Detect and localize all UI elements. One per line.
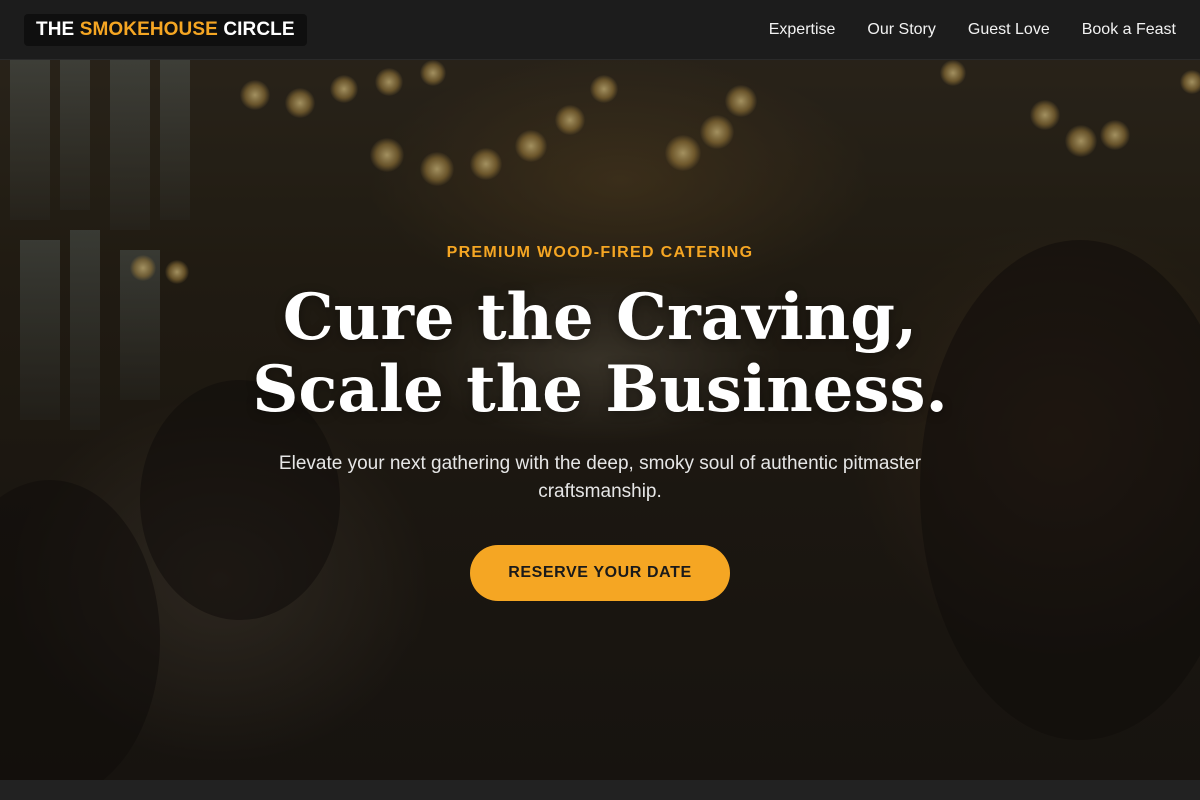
brand-suffix: CIRCLE — [217, 18, 295, 40]
nav-link-guest-love[interactable]: Guest Love — [968, 21, 1050, 39]
nav-link-expertise[interactable]: Expertise — [769, 21, 836, 39]
main-nav: Expertise Our Story Guest Love Book a Fe… — [769, 21, 1176, 39]
brand-logo[interactable]: THE SMOKEHOUSE CIRCLE — [24, 13, 307, 46]
nav-link-our-story[interactable]: Our Story — [867, 21, 935, 39]
reserve-date-button[interactable]: RESERVE YOUR DATE — [470, 545, 730, 601]
hero-section: PREMIUM WOOD-FIRED CATERING Cure the Cra… — [0, 60, 1200, 780]
brand-prefix: THE — [36, 18, 80, 40]
hero-eyebrow: PREMIUM WOOD-FIRED CATERING — [446, 244, 754, 261]
site-header: THE SMOKEHOUSE CIRCLE Expertise Our Stor… — [0, 0, 1200, 60]
hero-content: PREMIUM WOOD-FIRED CATERING Cure the Cra… — [0, 60, 1200, 780]
nav-link-book-a-feast[interactable]: Book a Feast — [1082, 21, 1176, 39]
next-section-edge — [0, 780, 1200, 800]
brand-accent: SMOKEHOUSE — [79, 18, 218, 40]
hero-headline: Cure the Craving, Scale the Business. — [252, 280, 948, 427]
hero-subhead: Elevate your next gathering with the dee… — [278, 453, 922, 502]
